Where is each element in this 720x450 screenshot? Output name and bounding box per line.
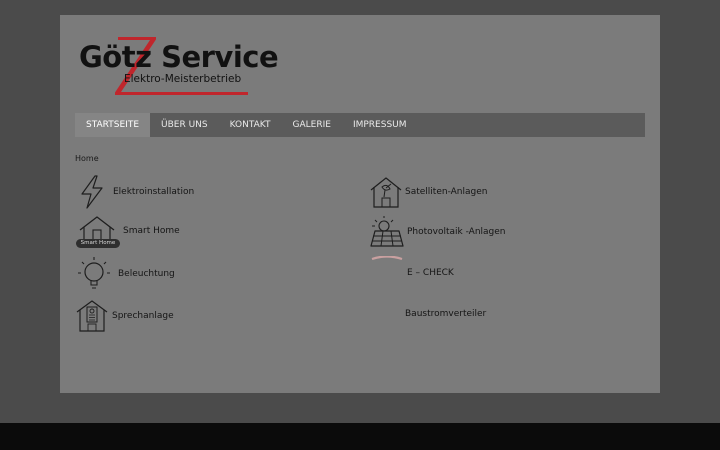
nav-item-galerie[interactable]: GALERIE — [282, 113, 342, 137]
light-bulb-icon — [78, 257, 110, 289]
footer-bar — [0, 423, 720, 450]
intercom-icon — [76, 300, 108, 332]
logo-subtitle: Elektro-Meisterbetrieb — [124, 73, 242, 85]
service-label: Satelliten-Anlagen — [405, 187, 488, 197]
nav-item-impressum[interactable]: IMPRESSUM — [342, 113, 418, 137]
service-e-check[interactable]: E – CHECK — [370, 256, 454, 286]
service-label: Baustromverteiler — [405, 309, 487, 319]
service-label: Beleuchtung — [118, 269, 175, 279]
service-satelliten-anlagen[interactable]: Satelliten-Anlagen — [370, 175, 487, 209]
nav-item-kontakt[interactable]: KONTAKT — [219, 113, 282, 137]
service-sprechanlage[interactable]: Sprechanlage — [75, 299, 174, 333]
service-label: Sprechanlage — [112, 311, 174, 321]
lightning-icon — [81, 175, 103, 209]
service-label: Smart Home — [123, 226, 180, 236]
service-label: E – CHECK — [407, 268, 454, 278]
smart-home-badge: Smart Home — [76, 239, 120, 248]
main-navigation: STARTSEITE ÜBER UNS KONTAKT GALERIE IMPR… — [75, 113, 645, 137]
nav-item-startseite[interactable]: STARTSEITE — [75, 113, 151, 137]
service-beleuchtung[interactable]: Beleuchtung — [77, 255, 175, 293]
logo-title: Götz Service — [79, 40, 279, 74]
service-baustromverteiler[interactable]: Baustromverteiler — [405, 309, 486, 319]
service-photovoltaik-anlagen[interactable]: Photovoltaik -Anlagen — [370, 215, 506, 249]
satellite-house-icon — [370, 177, 402, 208]
service-smart-home[interactable]: Smart Home Smart Home — [76, 215, 180, 249]
breadcrumb[interactable]: Home — [75, 154, 99, 163]
company-logo[interactable]: Götz Service Elektro-Meisterbetrieb — [78, 37, 279, 95]
smart-home-icon: Smart Home — [76, 215, 122, 249]
e-check-icon — [371, 256, 403, 261]
service-label: Elektroinstallation — [113, 187, 195, 197]
nav-item-ueber-uns[interactable]: ÜBER UNS — [150, 113, 219, 137]
service-label: Photovoltaik -Anlagen — [407, 227, 506, 237]
page-container: Götz Service Elektro-Meisterbetrieb STAR… — [60, 15, 660, 393]
service-elektroinstallation[interactable]: Elektroinstallation — [78, 175, 194, 209]
solar-panel-icon — [370, 216, 404, 247]
